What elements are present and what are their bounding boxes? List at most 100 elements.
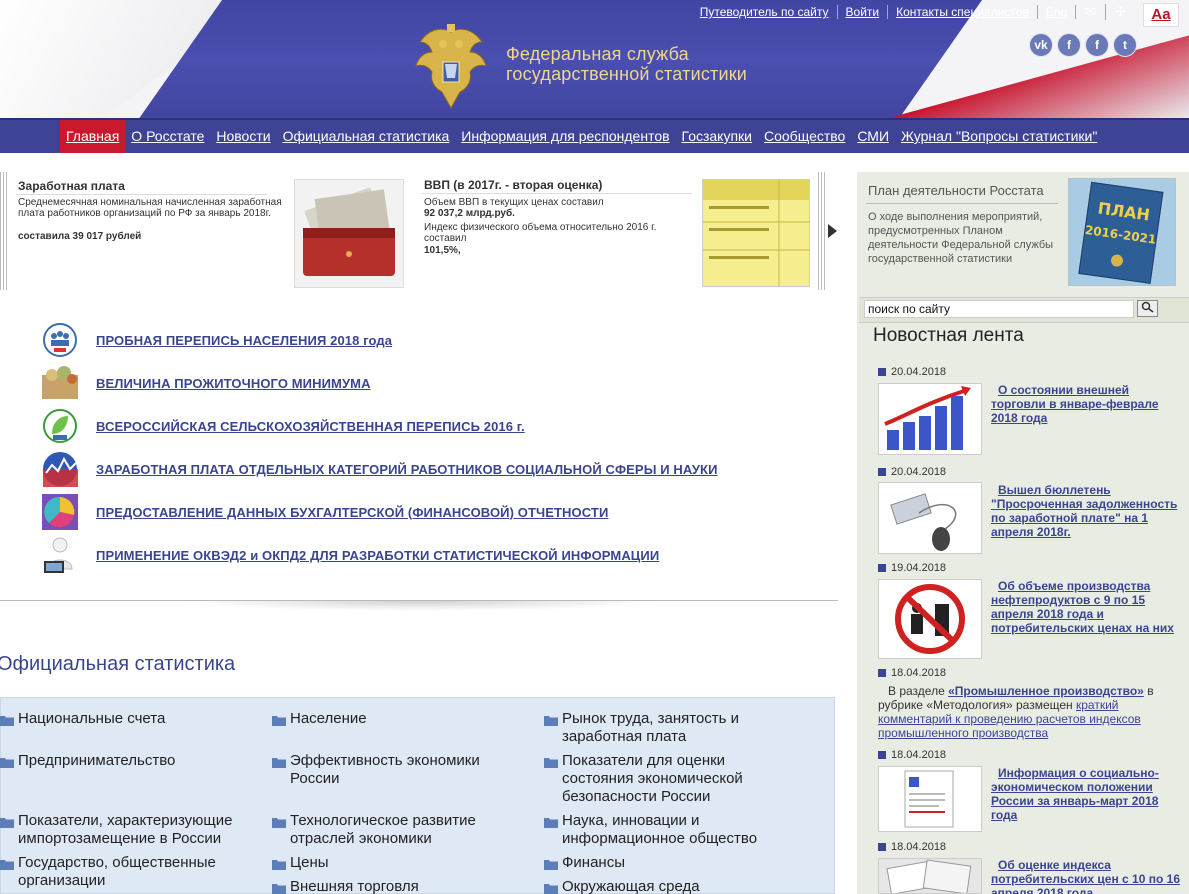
plan-title[interactable]: План деятельности Росстата [868,183,1044,198]
stats-category-label[interactable]: Цены [290,854,329,875]
stats-category-label[interactable]: Национальные счета [18,710,165,731]
slide-salary-title[interactable]: Заработная плата [18,179,125,193]
stats-category-item[interactable]: Внешняя торговля [272,878,512,894]
nav-link-media[interactable]: СМИ [857,128,889,144]
news-date: 18.04.2018 [878,667,946,679]
indicator-slider: Заработная плата Среднемесячная номиналь… [0,172,838,292]
vk-icon[interactable]: vk [1029,33,1053,57]
stats-category-label[interactable]: Показатели для оценки состояния экономич… [562,752,774,806]
stats-category-item[interactable]: Наука, инновации и информационное общест… [544,812,774,848]
stats-category-item[interactable]: Технологическое развитие отраслей эконом… [272,812,512,848]
stats-category-item[interactable]: Финансы [544,854,774,875]
nav-item-journal[interactable]: Журнал "Вопросы статистики" [895,120,1103,153]
stats-category-item[interactable]: Цены [272,854,512,875]
news-rich-link-industry[interactable]: «Промышленное производство» [948,684,1144,698]
nav-link-news[interactable]: Новости [216,128,270,144]
font-size-toggle[interactable]: Aa [1143,3,1179,27]
stats-category-item[interactable]: Показатели, характеризующие импортозамещ… [0,812,260,848]
news-image-trade-chart[interactable] [878,383,982,455]
stats-category-label[interactable]: Предпринимательство [18,752,175,773]
nav-item-news[interactable]: Новости [210,120,276,153]
facebook-icon[interactable]: f [1057,33,1081,57]
news-link[interactable]: О состоянии внешней торговли в январе-фе… [991,383,1181,425]
sitemap-icon[interactable]: ✣ [1106,4,1135,20]
nav-item-respondents[interactable]: Информация для респондентов [455,120,675,153]
slide-gdp-value-1: 92 037,2 млрд.руб. [424,208,515,219]
stats-category-label[interactable]: Показатели, характеризующие импортозамещ… [18,812,260,848]
stats-category-item[interactable]: Рынок труда, занятость и заработная плат… [544,710,774,746]
stats-category-label[interactable]: Финансы [562,854,625,875]
nav-link-home[interactable]: Главная [66,128,119,144]
news-image-price-papers[interactable] [878,858,982,894]
stats-category-label[interactable]: Наука, инновации и информационное общест… [562,812,774,848]
search-button[interactable] [1137,300,1158,317]
news-image-fuel-sign[interactable] [878,579,982,659]
stats-category-item[interactable]: Показатели для оценки состояния экономич… [544,752,774,806]
nav-link-community[interactable]: Сообщество [764,128,845,144]
grocery-basket-icon [40,365,80,401]
stats-category-item[interactable]: Эффективность экономики России [272,752,512,788]
search-input[interactable] [864,300,1134,318]
slide-gdp-title[interactable]: ВВП (в 2017г. - вторая оценка) [424,178,602,192]
stats-category-item[interactable]: Государство, общественные организации [0,854,260,890]
slide-salary-image[interactable] [294,179,404,288]
login-link[interactable]: Войти [838,5,889,19]
nav-link-about[interactable]: О Росстате [131,128,204,144]
news-link[interactable]: Информация о социально-экономическом пол… [991,766,1181,822]
nav-item-official-stats[interactable]: Официальная статистика [277,120,456,153]
project-link-census[interactable]: ПРОБНАЯ ПЕРЕПИСЬ НАСЕЛЕНИЯ 2018 года [96,333,392,348]
news-image-report-doc[interactable] [878,766,982,832]
project-link-agri-census[interactable]: ВСЕРОССИЙСКАЯ СЕЛЬСКОХОЗЯЙСТВЕННАЯ ПЕРЕП… [96,419,525,434]
twitter-icon[interactable]: t [1113,33,1137,57]
stats-category-label[interactable]: Рынок труда, занятость и заработная плат… [562,710,774,746]
nav-link-journal[interactable]: Журнал "Вопросы статистики" [901,128,1097,144]
stats-category-label[interactable]: Технологическое развитие отраслей эконом… [290,812,512,848]
slide-gdp-image[interactable] [702,179,810,287]
news-link[interactable]: Вышел бюллетень "Просроченная задолженно… [991,483,1181,539]
project-item[interactable]: ПРИМЕНЕНИЕ ОКВЭД2 и ОКПД2 ДЛЯ РАЗРАБОТКИ… [40,537,760,573]
facebook-icon-2[interactable]: f [1085,33,1109,57]
project-link-subsistence[interactable]: ВЕЛИЧИНА ПРОЖИТОЧНОГО МИНИМУМА [96,376,371,391]
news-date-text: 18.04.2018 [891,667,947,679]
nav-item-procurement[interactable]: Госзакупки [676,120,758,153]
project-item[interactable]: ПРОБНАЯ ПЕРЕПИСЬ НАСЕЛЕНИЯ 2018 года [40,322,760,358]
sitemap-link[interactable]: Путеводитель по сайту [692,5,838,19]
project-link-okved[interactable]: ПРИМЕНЕНИЕ ОКВЭД2 и ОКПД2 ДЛЯ РАЗРАБОТКИ… [96,548,659,563]
nav-link-respondents[interactable]: Информация для респондентов [461,128,669,144]
project-item[interactable]: ЗАРАБОТНАЯ ПЛАТА ОТДЕЛЬНЫХ КАТЕГОРИЙ РАБ… [40,451,760,487]
slide-gdp-text-2: Индекс физического объема относительно 2… [424,222,657,244]
news-image-mouse[interactable] [878,482,982,554]
project-item[interactable]: ВСЕРОССИЙСКАЯ СЕЛЬСКОХОЗЯЙСТВЕННАЯ ПЕРЕП… [40,408,760,444]
folder-icon [544,815,562,848]
stats-category-label[interactable]: Государство, общественные организации [18,854,260,890]
nav-item-about[interactable]: О Росстате [125,120,210,153]
emblem-logo[interactable] [410,22,492,114]
project-item[interactable]: ВЕЛИЧИНА ПРОЖИТОЧНОГО МИНИМУМА [40,365,760,401]
folder-icon [272,815,290,848]
project-item[interactable]: ПРЕДОСТАВЛЕНИЕ ДАННЫХ БУХГАЛТЕРСКОЙ (ФИН… [40,494,760,530]
stats-category-label[interactable]: Внешняя торговля [290,878,419,894]
news-link[interactable]: Об объеме производства нефтепродуктов с … [991,579,1181,635]
news-link[interactable]: Об оценке индекса потребительских цен с … [991,858,1181,894]
project-link-social-wages[interactable]: ЗАРАБОТНАЯ ПЛАТА ОТДЕЛЬНЫХ КАТЕГОРИЙ РАБ… [96,462,718,477]
slider-next-arrow-icon[interactable] [828,224,837,238]
project-link-accounting[interactable]: ПРЕДОСТАВЛЕНИЕ ДАННЫХ БУХГАЛТЕРСКОЙ (ФИН… [96,505,608,520]
stats-category-item[interactable]: Предпринимательство [0,752,260,773]
english-link[interactable]: Eng [1038,5,1077,19]
stats-category-label[interactable]: Эффективность экономики России [290,752,512,788]
stats-category-item[interactable]: Национальные счета [0,710,260,731]
folder-icon [272,881,290,894]
mail-icon[interactable]: ✉ [1076,4,1107,20]
stats-category-label[interactable]: Население [290,710,367,731]
stats-category-item[interactable]: Окружающая среда [544,878,774,894]
nav-link-official-stats[interactable]: Официальная статистика [283,128,450,144]
wages-globe-icon [40,451,80,487]
nav-item-community[interactable]: Сообщество [758,120,851,153]
nav-item-media[interactable]: СМИ [851,120,895,153]
nav-item-home[interactable]: Главная [60,120,126,153]
stats-category-item[interactable]: Население [272,710,532,731]
contacts-link[interactable]: Контакты специалистов [888,5,1038,19]
nav-link-procurement[interactable]: Госзакупки [682,128,752,144]
stats-category-label[interactable]: Окружающая среда [562,878,700,894]
plan-book-image[interactable]: ПЛАН 2016-2021 [1068,178,1176,286]
